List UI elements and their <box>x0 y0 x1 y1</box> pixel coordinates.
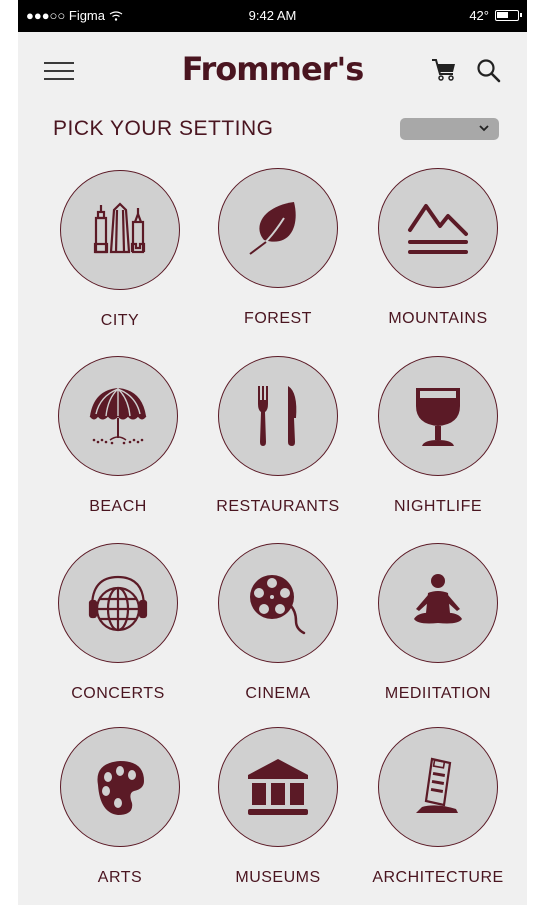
temperature: 42° <box>469 8 489 23</box>
category-label: MUSEUMS <box>235 869 321 886</box>
status-time: 9:42 AM <box>248 8 297 23</box>
app-header: Frommer's <box>18 32 527 102</box>
globe-headphones-icon <box>88 575 148 632</box>
category-circle <box>58 356 178 476</box>
category-label: NIGHTLIFE <box>393 498 483 515</box>
category-label: BEACH <box>89 498 147 515</box>
status-bar: ●●●○○ Figma 9:42 AM 42° <box>18 0 527 32</box>
category-restaurants[interactable]: RESTAURANTS <box>198 356 358 516</box>
chevron-down-icon <box>479 125 489 132</box>
section-title: PICK YOUR SETTING <box>53 117 274 140</box>
leaning-tower-icon <box>416 757 458 813</box>
wine-glass-icon <box>416 388 460 446</box>
setting-dropdown[interactable] <box>400 118 499 140</box>
category-label: RESTAURANTS <box>216 498 340 515</box>
category-mountains[interactable]: MOUNTAINS <box>358 168 518 328</box>
category-forest[interactable]: FOREST <box>198 168 358 328</box>
category-circle <box>378 543 498 663</box>
category-circle <box>378 727 498 847</box>
category-label: CITY <box>100 312 140 329</box>
meditation-icon <box>414 574 462 624</box>
category-label: CONCERTS <box>71 685 165 702</box>
category-nightlife[interactable]: NIGHTLIFE <box>358 356 518 516</box>
category-museums[interactable]: MUSEUMS <box>198 727 358 887</box>
category-meditation[interactable]: MEDIITATION <box>358 543 518 703</box>
category-circle <box>60 727 180 847</box>
city-skyline-icon <box>93 202 146 254</box>
category-circle <box>378 356 498 476</box>
category-concerts[interactable]: CONCERTS <box>38 543 198 703</box>
category-circle <box>218 543 338 663</box>
palette-icon <box>97 761 144 815</box>
fork-knife-icon <box>258 386 297 446</box>
category-label: MEDIITATION <box>384 685 492 702</box>
mountains-icon <box>408 204 468 254</box>
category-label: CINEMA <box>245 685 311 702</box>
category-beach[interactable]: BEACH <box>38 356 198 516</box>
shopping-cart-icon[interactable] <box>430 56 458 84</box>
category-circle <box>60 170 180 290</box>
museum-icon <box>248 759 308 815</box>
search-icon[interactable] <box>476 58 502 84</box>
category-circle <box>378 168 498 288</box>
category-cinema[interactable]: CINEMA <box>198 543 358 703</box>
category-circle <box>218 168 338 288</box>
battery-icon <box>495 10 522 21</box>
category-label: FOREST <box>244 310 312 327</box>
leaf-icon <box>249 202 296 255</box>
category-label: ARCHITECTURE <box>372 869 504 886</box>
phone-screen: ●●●○○ Figma 9:42 AM 42° Frommer's PICK Y… <box>18 0 527 905</box>
category-city[interactable]: CITY <box>40 170 200 330</box>
category-circle <box>218 727 338 847</box>
category-architecture[interactable]: ARCHITECTURE <box>358 727 518 887</box>
category-arts[interactable]: ARTS <box>40 727 200 887</box>
film-reel-icon <box>250 575 306 635</box>
beach-umbrella-icon <box>89 388 147 445</box>
category-circle <box>218 356 338 476</box>
category-label: ARTS <box>97 869 143 886</box>
category-circle <box>58 543 178 663</box>
category-label: MOUNTAINS <box>388 310 488 327</box>
